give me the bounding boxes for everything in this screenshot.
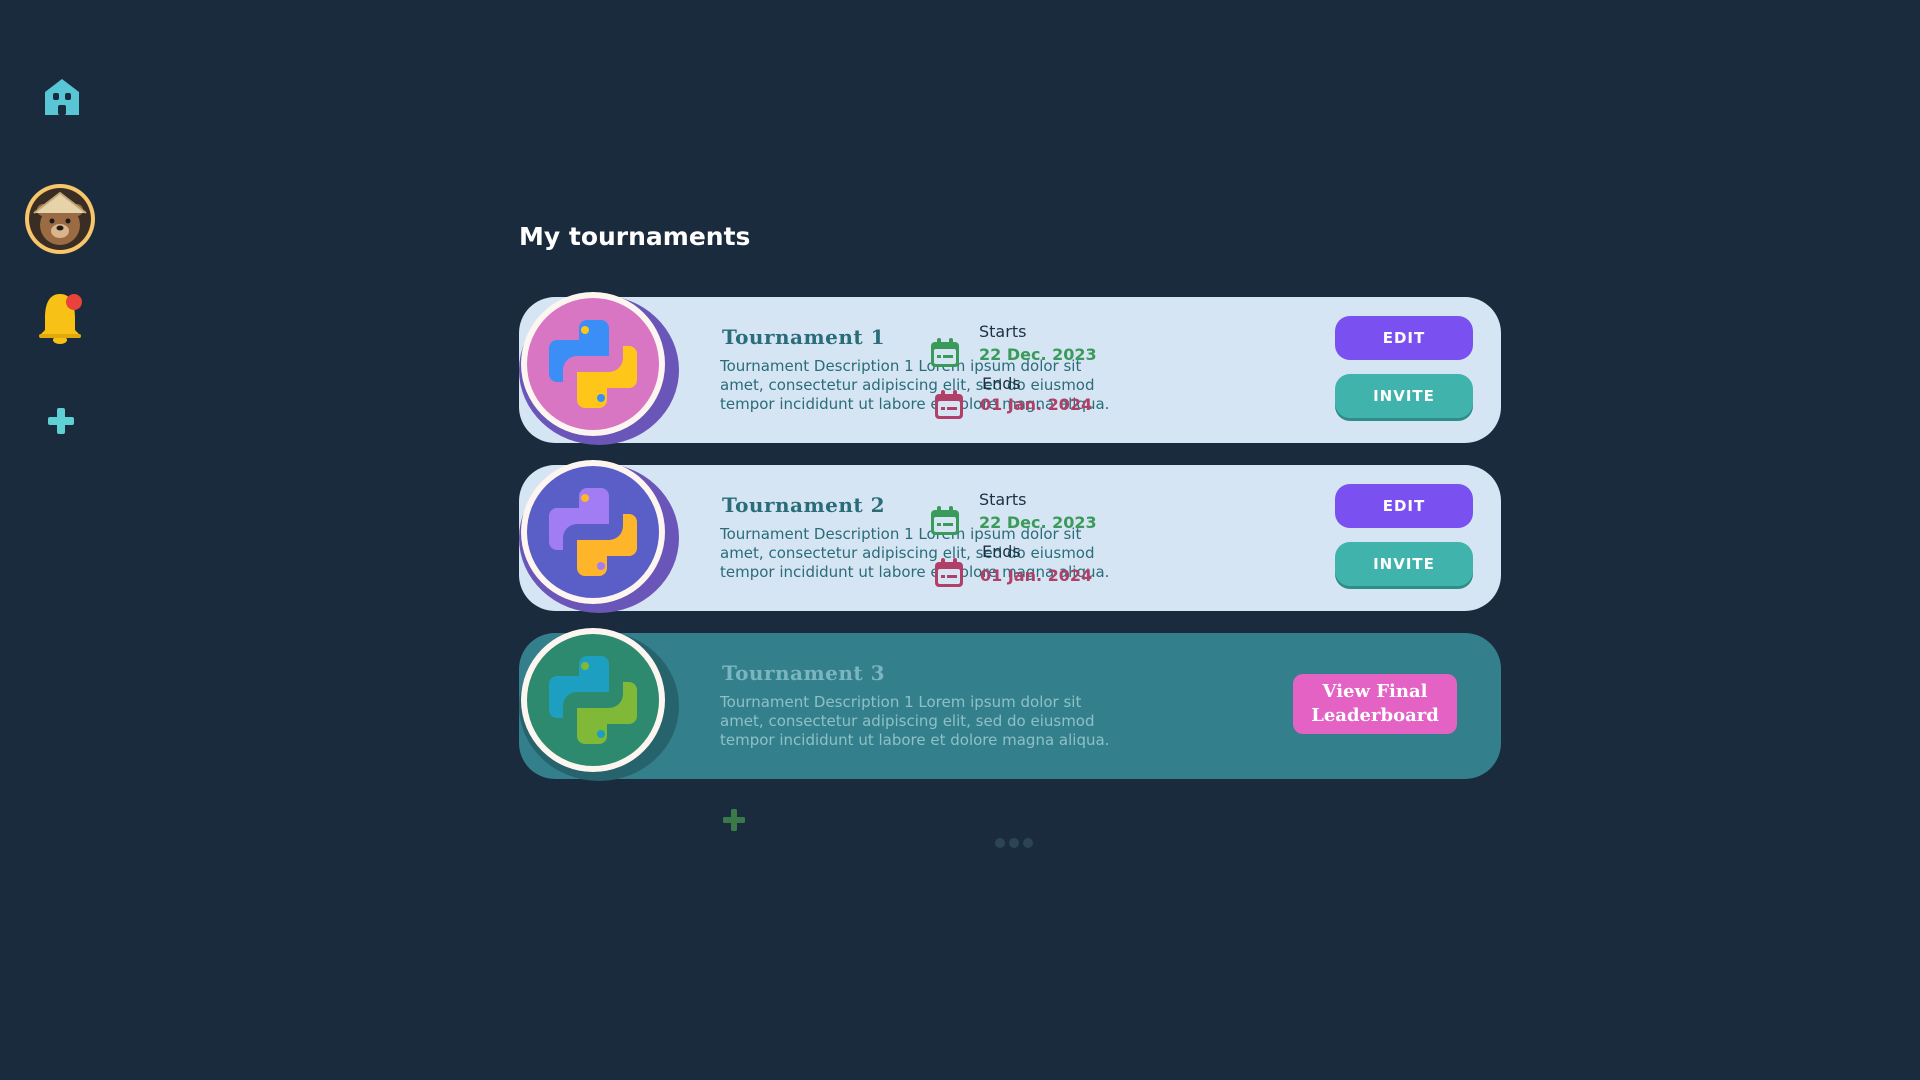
tournament-logo	[521, 628, 665, 772]
plus-icon	[723, 809, 745, 831]
tournament-card: Tournament 2 Tournament Description 1 Lo…	[519, 460, 1501, 613]
edit-button[interactable]: EDIT	[1335, 316, 1473, 360]
tournament-title: Tournament 1	[722, 325, 886, 349]
tournament-card: Tournament 1 Tournament Description 1 Lo…	[519, 292, 1501, 445]
tournament-logo	[521, 292, 665, 436]
view-leaderboard-button[interactable]: View Final Leaderboard	[1293, 674, 1457, 734]
more-dots-icon[interactable]	[995, 838, 1033, 848]
python-logo-icon	[549, 656, 637, 744]
calendar-start-icon	[931, 506, 959, 535]
bell-icon[interactable]	[34, 288, 88, 346]
home-icon[interactable]	[36, 72, 88, 124]
invite-button[interactable]: INVITE	[1335, 542, 1473, 586]
tournament-title: Tournament 3	[722, 661, 886, 685]
python-logo-icon	[549, 320, 637, 408]
calendar-start-icon	[931, 338, 959, 367]
python-logo-icon	[549, 488, 637, 576]
add-tournament-button[interactable]	[722, 808, 746, 832]
tournament-description: Tournament Description 1 Lorem ipsum dol…	[720, 693, 1110, 749]
invite-button[interactable]: INVITE	[1335, 374, 1473, 418]
tournament-title: Tournament 2	[722, 493, 886, 517]
notification-badge	[66, 294, 82, 310]
page-title: My tournaments	[519, 222, 751, 251]
tournament-card: Tournament 3 Tournament Description 1 Lo…	[519, 628, 1501, 781]
edit-button[interactable]: EDIT	[1335, 484, 1473, 528]
plus-icon[interactable]	[44, 404, 78, 438]
tournament-logo	[521, 460, 665, 604]
calendar-end-icon	[935, 558, 963, 587]
bear-avatar-icon[interactable]	[24, 183, 96, 255]
calendar-end-icon	[935, 390, 963, 419]
